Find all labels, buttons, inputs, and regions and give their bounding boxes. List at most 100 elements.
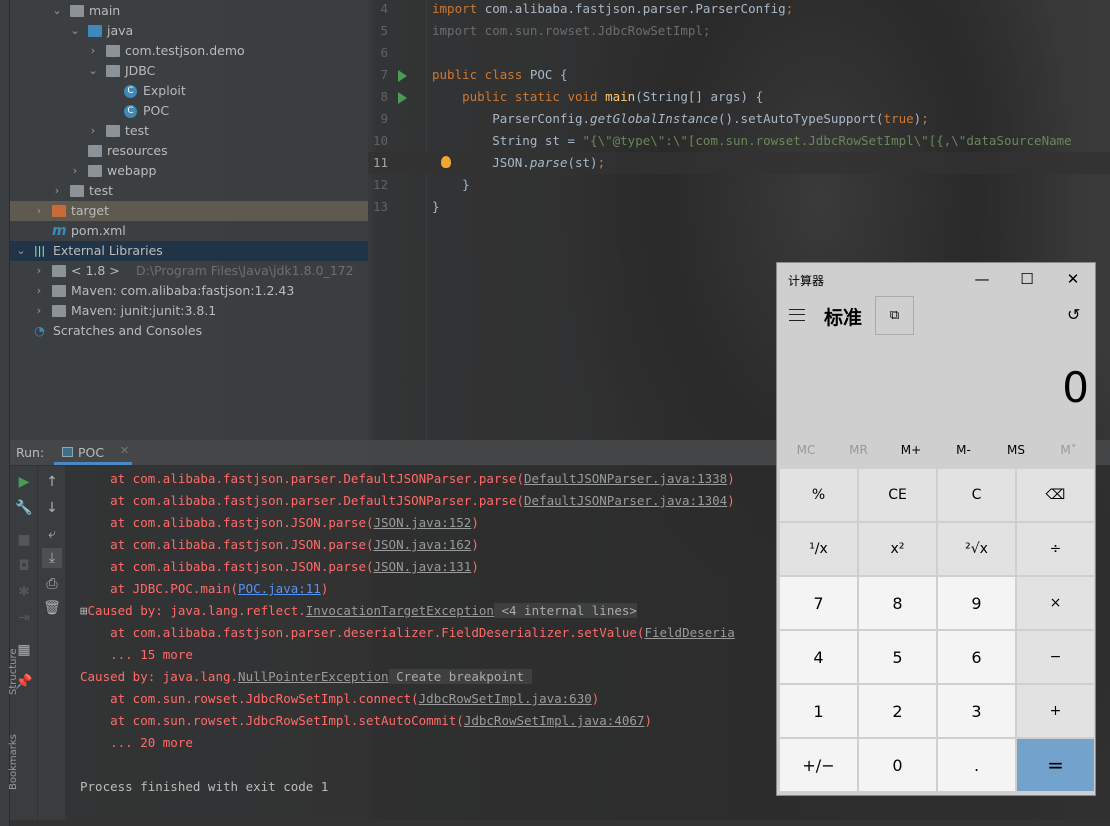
structure-tab[interactable]: Structure — [8, 648, 19, 695]
chevron-down-icon[interactable]: ⌄ — [16, 241, 26, 261]
stacktrace-link[interactable]: DefaultJSONParser.java:1338 — [524, 471, 727, 486]
tree-item--1-8-[interactable]: › < 1.8 > D:\Program Files\Java\jdk1.8.0_1… — [10, 261, 368, 281]
key-button[interactable]: 4 — [780, 631, 857, 683]
up-arrow-icon[interactable]: ↑ — [42, 472, 62, 492]
bookmarks-tab[interactable]: Bookmarks — [8, 734, 19, 790]
chevron-right-icon[interactable]: › — [70, 161, 80, 181]
stacktrace-link[interactable]: POC.java:11 — [238, 581, 321, 596]
tree-item-external-libraries[interactable]: ⌄ ||| External Libraries — [10, 241, 368, 261]
code-line[interactable]: 13} — [368, 196, 1110, 218]
tree-item-webapp[interactable]: › webapp — [10, 161, 368, 181]
key-button[interactable]: ¹/x — [780, 523, 857, 575]
tree-item-maven-junit-junit-3-8-1[interactable]: › Maven: junit:junit:3.8.1 — [10, 301, 368, 321]
run-gutter-icon[interactable] — [398, 92, 407, 104]
chevron-right-icon[interactable]: › — [88, 41, 98, 61]
key-button[interactable]: = — [1017, 739, 1094, 791]
run-gutter-icon[interactable] — [398, 70, 407, 82]
key-button[interactable]: 8 — [859, 577, 936, 629]
minimize-button[interactable]: — — [962, 267, 1002, 291]
key-button[interactable]: 3 — [938, 685, 1015, 737]
key-button[interactable]: ²√x — [938, 523, 1015, 575]
tree-item-test[interactable]: › test — [10, 121, 368, 141]
key-button[interactable]: 1 — [780, 685, 857, 737]
code-line[interactable]: 5 import com.sun.rowset.JdbcRowSetImpl; — [368, 20, 1110, 42]
tree-item-com-testjson-demo[interactable]: › com.testjson.demo — [10, 41, 368, 61]
key-button[interactable]: ⌫ — [1017, 469, 1094, 521]
rerun-icon[interactable]: ▶ — [14, 472, 34, 492]
wrench-icon[interactable]: 🔧 — [14, 498, 34, 518]
stacktrace-link[interactable]: NullPointerException — [238, 669, 389, 684]
stop-icon[interactable]: ■ — [14, 530, 34, 550]
stacktrace-link[interactable]: JSON.java:162 — [374, 537, 472, 552]
keep-on-top-button[interactable]: ⧉ — [875, 296, 914, 335]
key-button[interactable]: . — [938, 739, 1015, 791]
console-output[interactable]: at com.alibaba.fastjson.parser.DefaultJS… — [80, 468, 735, 798]
stacktrace-link[interactable]: JdbcRowSetImpl.java:4067 — [464, 713, 645, 728]
key-button[interactable]: − — [1017, 631, 1094, 683]
tree-item-resources[interactable]: resources — [10, 141, 368, 161]
debug-icon[interactable]: ✱ — [14, 582, 34, 602]
stacktrace-link[interactable]: JdbcRowSetImpl.java:630 — [419, 691, 592, 706]
chevron-down-icon[interactable]: ⌄ — [52, 1, 62, 21]
key-button[interactable]: 7 — [780, 577, 857, 629]
tree-item-test[interactable]: › test — [10, 181, 368, 201]
tree-item-poc[interactable]: C POC — [10, 101, 368, 121]
memory-m-button[interactable]: M- — [938, 443, 990, 457]
tree-item-pom-xml[interactable]: m pom.xml — [10, 221, 368, 241]
chevron-right-icon[interactable]: › — [34, 201, 44, 221]
tree-item-main[interactable]: ⌄ main — [10, 1, 368, 21]
key-button[interactable]: × — [1017, 577, 1094, 629]
key-button[interactable]: % — [780, 469, 857, 521]
chevron-right-icon[interactable]: › — [52, 181, 62, 201]
down-arrow-icon[interactable]: ↓ — [42, 498, 62, 518]
memory-m-button[interactable]: M+ — [885, 443, 937, 457]
trash-icon[interactable]: 🗑 — [42, 598, 62, 618]
stacktrace-link[interactable]: FieldDeseria — [644, 625, 734, 640]
print-icon[interactable]: ⎙ — [42, 574, 62, 594]
chevron-right-icon[interactable]: › — [34, 281, 44, 301]
camera-icon[interactable]: ◘ — [14, 556, 34, 576]
key-button[interactable]: 9 — [938, 577, 1015, 629]
key-button[interactable]: 6 — [938, 631, 1015, 683]
tree-item-scratches-and-consoles[interactable]: ◔ Scratches and Consoles — [10, 321, 368, 341]
code-line[interactable]: 4 import com.alibaba.fastjson.parser.Pars… — [368, 0, 1110, 20]
code-line[interactable]: 11 JSON.parse(st); — [368, 152, 1110, 174]
stacktrace-link[interactable]: InvocationTargetException — [306, 603, 494, 618]
tree-item-jdbc[interactable]: ⌄ JDBC — [10, 61, 368, 81]
code-line[interactable]: 9 ParserConfig.getGlobalInstance().setAu… — [368, 108, 1110, 130]
tree-item-exploit[interactable]: C Exploit — [10, 81, 368, 101]
memory-ms-button[interactable]: MS — [990, 443, 1042, 457]
history-icon[interactable]: ↺ — [1067, 305, 1080, 324]
soft-wrap-icon[interactable]: ⤶ — [42, 524, 62, 544]
key-button[interactable]: C — [938, 469, 1015, 521]
key-button[interactable]: CE — [859, 469, 936, 521]
stacktrace-link[interactable]: JSON.java:152 — [374, 515, 472, 530]
key-button[interactable]: 5 — [859, 631, 936, 683]
code-line[interactable]: 7 public class POC { — [368, 64, 1110, 86]
menu-icon[interactable] — [789, 309, 805, 321]
key-button[interactable]: + — [1017, 685, 1094, 737]
scroll-to-end-icon[interactable]: ⤓ — [42, 548, 62, 568]
chevron-down-icon[interactable]: ⌄ — [88, 61, 98, 81]
exit-icon[interactable]: ⇥ — [14, 608, 34, 628]
key-button[interactable]: 0 — [859, 739, 936, 791]
close-tab-icon[interactable]: ✕ — [120, 444, 129, 457]
horizontal-scrollbar[interactable] — [10, 820, 1110, 826]
code-line[interactable]: 10 String st = "{\"@type\":\"[com.sun.ro… — [368, 130, 1110, 152]
tree-item-maven-com-alibaba-fastjson-1-2-43[interactable]: › Maven: com.alibaba:fastjson:1.2.43 — [10, 281, 368, 301]
close-button[interactable]: ✕ — [1053, 267, 1093, 291]
tab-poc[interactable]: POC ✕ — [54, 440, 132, 465]
maximize-button[interactable]: ☐ — [1007, 267, 1047, 291]
chevron-down-icon[interactable]: ⌄ — [70, 21, 80, 41]
code-line[interactable]: 6 — [368, 42, 1110, 64]
key-button[interactable]: 2 — [859, 685, 936, 737]
code-line[interactable]: 12 } — [368, 174, 1110, 196]
key-button[interactable]: x² — [859, 523, 936, 575]
tree-item-java[interactable]: ⌄ java — [10, 21, 368, 41]
stacktrace-link[interactable]: DefaultJSONParser.java:1304 — [524, 493, 727, 508]
key-button[interactable]: +/− — [780, 739, 857, 791]
chevron-right-icon[interactable]: › — [34, 261, 44, 281]
code-line[interactable]: 8 public static void main(String[] args)… — [368, 86, 1110, 108]
chevron-right-icon[interactable]: › — [34, 301, 44, 321]
stacktrace-link[interactable]: JSON.java:131 — [374, 559, 472, 574]
